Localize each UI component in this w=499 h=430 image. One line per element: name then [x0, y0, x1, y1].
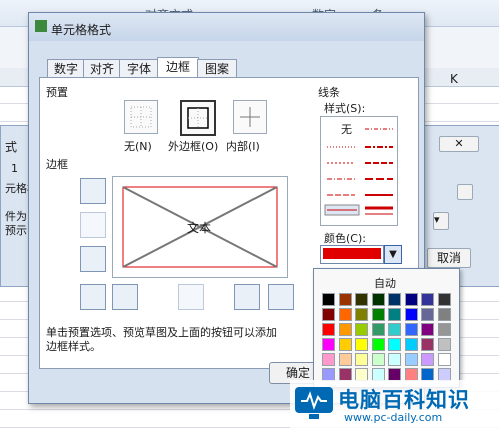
color-swatch[interactable]	[338, 353, 352, 366]
color-swatch[interactable]	[355, 308, 368, 321]
color-swatch[interactable]	[322, 353, 335, 366]
color-swatch[interactable]	[437, 308, 451, 321]
line-styles	[324, 128, 393, 216]
color-palette: 自动	[313, 268, 460, 388]
color-swatch[interactable]	[338, 293, 352, 306]
brand-name: 电脑百科知识	[338, 388, 470, 412]
border-diag-up-button[interactable]	[80, 284, 106, 310]
tab-pattern[interactable]: 图案	[197, 59, 237, 78]
cancel-button[interactable]: 取消	[427, 248, 471, 268]
color-swatch[interactable]	[404, 293, 418, 306]
tab-font[interactable]: 字体	[119, 59, 159, 78]
color-swatch[interactable]	[421, 308, 434, 321]
color-swatch[interactable]	[371, 338, 385, 351]
color-swatch[interactable]	[421, 338, 434, 351]
color-swatch[interactable]	[388, 338, 401, 351]
selected-color-swatch	[323, 248, 381, 259]
preset-inside-button[interactable]	[233, 100, 267, 134]
line-style-none[interactable]: 无	[341, 121, 352, 137]
brand-url: www.pc-daily.com	[344, 411, 443, 424]
border-preview[interactable]: 文本	[112, 176, 288, 278]
preset-none-button[interactable]	[124, 100, 158, 134]
back-dialog-title: 式	[5, 140, 18, 154]
color-swatch[interactable]	[371, 323, 385, 336]
color-swatch[interactable]	[338, 308, 352, 321]
preview-text: 文本	[187, 221, 212, 235]
color-swatch[interactable]	[421, 293, 434, 306]
border-bottom-button[interactable]	[80, 246, 106, 272]
color-swatch[interactable]	[322, 323, 335, 336]
color-dropdown-icon[interactable]: ▼	[384, 245, 402, 264]
border-left-button[interactable]	[112, 284, 138, 310]
grid-dotted-icon	[130, 106, 152, 128]
border-right-button[interactable]	[234, 284, 260, 310]
color-swatch[interactable]	[421, 323, 434, 336]
color-swatch[interactable]	[437, 338, 451, 351]
preset-inside-label: 内部(I)	[226, 140, 260, 153]
column-k-header[interactable]: K	[450, 72, 458, 86]
tab-alignment[interactable]: 对齐	[83, 59, 121, 78]
color-swatch[interactable]	[421, 353, 434, 366]
color-swatch[interactable]	[355, 293, 368, 306]
border-top-button[interactable]	[80, 178, 106, 204]
color-swatch[interactable]	[322, 293, 335, 306]
color-select[interactable]	[320, 245, 384, 264]
inside-border-icon	[240, 107, 260, 127]
outline-border-icon	[187, 107, 209, 129]
color-label: 颜色(C):	[324, 232, 366, 245]
preset-section-label: 预置	[46, 86, 68, 99]
color-swatch[interactable]	[404, 353, 418, 366]
color-swatch[interactable]	[355, 323, 368, 336]
color-swatch[interactable]	[404, 323, 418, 336]
dialog-title: 单元格格式	[51, 23, 112, 37]
color-swatch[interactable]	[388, 323, 401, 336]
color-swatch[interactable]	[355, 353, 368, 366]
color-swatch[interactable]	[388, 308, 401, 321]
border-section-label: 边框	[46, 158, 68, 171]
tab-number[interactable]: 数字	[47, 59, 85, 78]
line-style-label: 样式(S):	[324, 102, 366, 115]
collapse-icon[interactable]	[457, 184, 473, 200]
border-middle-h-button[interactable]	[80, 212, 106, 238]
back-dialog-row: 1	[11, 162, 18, 175]
dropdown-icon[interactable]: ▾	[433, 212, 449, 230]
close-icon[interactable]: ✕	[439, 136, 479, 152]
color-swatch[interactable]	[338, 338, 352, 351]
preset-outline-button[interactable]	[180, 100, 216, 136]
preset-none-label: 无(N)	[124, 140, 152, 153]
monitor-logo-icon	[295, 387, 333, 419]
line-style-list[interactable]: 无	[320, 116, 398, 226]
color-swatch[interactable]	[404, 338, 418, 351]
color-swatch[interactable]	[437, 323, 451, 336]
border-diag-down-button[interactable]	[268, 284, 294, 310]
color-swatch[interactable]	[355, 338, 368, 351]
auto-color-option[interactable]: 自动	[374, 275, 396, 291]
color-swatch[interactable]	[388, 353, 401, 366]
preset-outline-label: 外边框(O)	[168, 140, 219, 153]
excel-icon	[35, 20, 47, 32]
color-swatch[interactable]	[322, 308, 335, 321]
color-swatch[interactable]	[404, 308, 418, 321]
color-swatch[interactable]	[437, 353, 451, 366]
color-swatch[interactable]	[371, 353, 385, 366]
color-swatch[interactable]	[371, 293, 385, 306]
tab-border[interactable]: 边框	[157, 57, 199, 78]
line-section-label: 线条	[318, 86, 340, 99]
color-swatch[interactable]	[371, 308, 385, 321]
color-swatch[interactable]	[338, 323, 352, 336]
color-swatch[interactable]	[437, 293, 451, 306]
color-swatch[interactable]	[322, 338, 335, 351]
border-middle-v-button[interactable]	[178, 284, 204, 310]
color-swatch[interactable]	[388, 293, 401, 306]
border-hint: 单击预置选项、预览草图及上面的按钮可以添加边框样式。	[46, 326, 277, 353]
